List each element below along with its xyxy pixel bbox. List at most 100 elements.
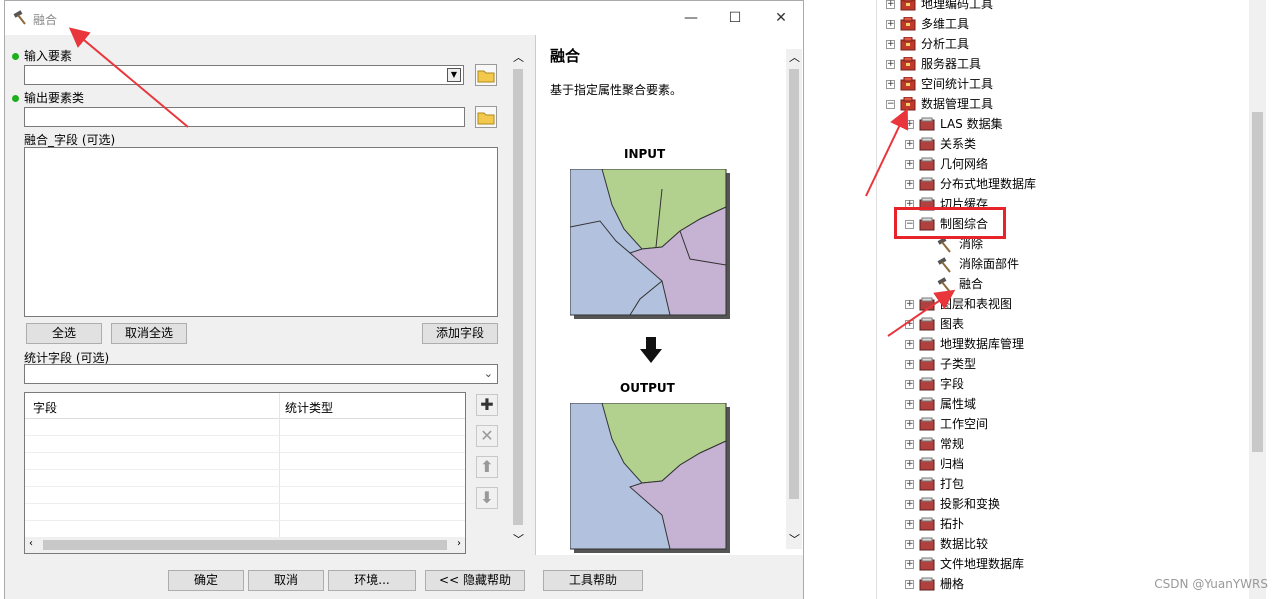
toolset-icon [919,517,935,537]
tree-item-label: 子类型 [940,357,977,371]
stat-table[interactable]: 字段 统计类型 ‹ › [24,392,466,554]
expand-icon[interactable]: + [905,420,914,429]
tree-item-label: 字段 [940,377,965,391]
tree-item-label: 文件地理数据库 [940,557,1025,571]
scrollbar-thumb[interactable] [1252,112,1263,452]
dissolve-field-list[interactable] [24,147,498,317]
toolbox-icon [900,56,916,77]
tool-help-button[interactable]: 工具帮助 [543,570,643,591]
expand-icon[interactable]: + [905,340,914,349]
delete-row-button[interactable]: ✕ [476,425,498,447]
expand-icon[interactable]: + [905,360,914,369]
arrow-down-icon [640,337,662,363]
stat-field-combobox[interactable]: ⌄ [24,364,498,384]
toolbox-icon [900,96,916,117]
expand-icon[interactable]: + [886,20,895,29]
tree-item-label: 投影和变换 [940,497,1001,511]
toolset-icon [919,557,935,577]
expand-icon[interactable]: + [905,400,914,409]
browse-input-button[interactable] [475,64,497,86]
expand-icon[interactable]: + [886,40,895,49]
expand-icon[interactable]: + [905,300,914,309]
expand-icon[interactable]: + [905,580,914,589]
output-diagram-label: OUTPUT [620,381,675,395]
expand-icon[interactable]: + [905,560,914,569]
horizontal-scrollbar[interactable]: ‹ › [25,537,465,553]
expand-icon[interactable]: + [886,60,895,69]
output-features-field[interactable] [24,107,465,127]
collapse-icon[interactable]: − [886,100,895,109]
expand-icon[interactable]: + [905,380,914,389]
expand-icon[interactable]: + [905,460,914,469]
window-title: 融合 [33,13,58,27]
hammer-icon [13,10,26,25]
expand-icon[interactable]: + [905,160,914,169]
hide-help-button[interactable]: << 隐藏帮助 [425,570,525,591]
hammer-icon [937,237,953,259]
tree-item-label: 消除面部件 [959,257,1020,271]
toolset-icon [919,577,935,597]
stat-table-header: 字段 统计类型 [25,393,465,543]
close-button[interactable]: ✕ [771,9,791,27]
tree-item-label: 常规 [940,437,965,451]
tree-vertical-scrollbar[interactable] [1249,0,1266,599]
scroll-left-icon[interactable]: ‹ [29,538,33,549]
expand-icon[interactable]: + [905,520,914,529]
move-down-button[interactable]: ⬇ [476,487,498,509]
toolset-icon [919,117,935,137]
help-vertical-scrollbar[interactable]: ︿ ﹀ [786,49,802,549]
expand-icon[interactable]: + [905,540,914,549]
table-row [25,504,465,521]
add-row-button[interactable]: ✚ [476,394,498,416]
toolset-icon [919,137,935,157]
scrollbar-thumb[interactable] [789,69,799,499]
expand-icon[interactable]: + [905,500,914,509]
stat-table-body [25,419,465,521]
expand-icon[interactable]: + [886,0,895,9]
tree-item-label: 服务器工具 [921,57,982,71]
cancel-button[interactable]: 取消 [248,570,324,591]
scroll-down-icon[interactable]: ﹀ [789,531,800,547]
browse-output-button[interactable] [475,106,497,128]
scroll-down-icon[interactable]: ﹀ [513,531,524,547]
tree-item-label: 归档 [940,457,965,471]
tree-item-label: 地理数据库管理 [940,337,1025,351]
chevron-down-icon[interactable]: ▼ [447,68,461,82]
dissolve-field-label: 融合_字段 (可选) [24,133,116,147]
environments-button[interactable]: 环境... [328,570,416,591]
maximize-button[interactable]: ☐ [725,9,745,27]
move-up-button[interactable]: ⬆ [476,456,498,478]
scroll-up-icon[interactable]: ︿ [789,49,800,65]
select-all-button[interactable]: 全选 [26,323,102,344]
expand-icon[interactable]: + [905,180,914,189]
expand-icon[interactable]: + [905,320,914,329]
chevron-down-icon[interactable]: ⌄ [484,367,493,380]
expand-icon[interactable]: + [905,140,914,149]
form-vertical-scrollbar[interactable]: ︿ ﹀ [510,49,526,549]
table-row [25,419,465,436]
scroll-up-icon[interactable]: ︿ [513,49,524,65]
toolset-icon [919,497,935,517]
scroll-right-icon[interactable]: › [457,538,461,549]
minimize-button[interactable]: — [681,9,701,27]
highlight-box [894,207,1006,239]
add-field-button[interactable]: 添加字段 [422,323,498,344]
expand-icon[interactable]: + [905,440,914,449]
tree-item-label: 打包 [940,477,965,491]
expand-icon[interactable]: + [905,480,914,489]
input-features-combobox[interactable]: ▼ [24,65,464,85]
toolbox-icon [900,0,916,17]
scrollbar-thumb[interactable] [43,540,447,550]
tree-items: + 地理编码工具 + 多维工具 + 分析工具 + 服务器工具 + 空间统计工具 − 数据管理工具 + LA… [877,0,1247,599]
toolset-icon [919,537,935,557]
tree-item-label: 几何网络 [940,157,989,171]
arrow-down-icon: ⬇ [480,488,494,507]
title-bar: 融合 — ☐ ✕ [5,1,803,35]
scrollbar-thumb[interactable] [513,69,523,525]
table-row [25,470,465,487]
expand-icon[interactable]: + [886,80,895,89]
tree-item-label: 空间统计工具 [921,77,994,91]
expand-icon[interactable]: + [905,120,914,129]
ok-button[interactable]: 确定 [168,570,244,591]
clear-all-button[interactable]: 取消全选 [111,323,187,344]
